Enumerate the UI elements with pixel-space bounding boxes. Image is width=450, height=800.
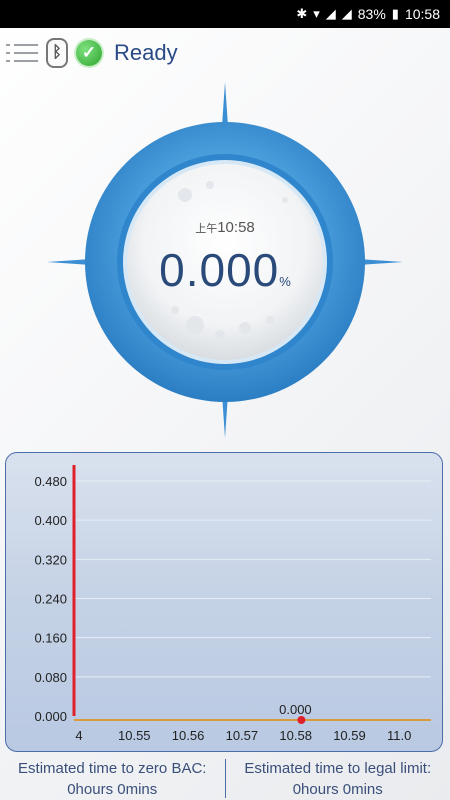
y-tick-label: 0.160	[34, 631, 67, 646]
connection-status: Ready	[114, 40, 178, 65]
top-bar: ᛒ ✓ Ready	[0, 28, 450, 78]
zero-bac-value: 0hours 0mins	[67, 781, 158, 798]
y-tick-label: 0.240	[34, 592, 67, 607]
y-tick-label: 0.000	[34, 709, 67, 724]
battery-icon: ▮	[391, 6, 399, 21]
wifi-icon: ▾	[313, 6, 320, 21]
bac-reading: 0.000%	[45, 243, 405, 297]
y-tick-label: 0.400	[34, 513, 67, 528]
signal-icon-2: ◢	[341, 6, 352, 21]
bac-value: 0.000	[159, 244, 280, 296]
data-label: 0.000	[279, 702, 312, 717]
legal-limit-label: Estimated time to legal limit:	[244, 760, 432, 777]
legal-limit-estimate: Estimated time to legal limit: 0hours 0m…	[226, 755, 450, 800]
time-value: 10:58	[217, 219, 255, 236]
chart-svg: 0.000 0.080 0.160 0.240 0.320 0.400 0.480 4 10.5…	[34, 465, 431, 743]
bac-history-chart: 0.000 0.080 0.160 0.240 0.320 0.400 0.480 4 10.5…	[5, 452, 443, 752]
data-point	[297, 716, 306, 724]
zero-bac-estimate: Estimated time to zero BAC: 0hours 0mins	[0, 755, 225, 800]
x-tick-label: 10.58	[279, 728, 312, 743]
menu-icon[interactable]	[4, 38, 38, 68]
time-period: 上午	[195, 223, 218, 235]
clock: 10:58	[404, 6, 440, 22]
x-tick-label: 10.56	[172, 728, 205, 743]
battery-percent: 83%	[357, 6, 386, 22]
status-bar: ✱ ▾ ◢ ◢ 83% ▮ 10:58	[0, 0, 450, 28]
x-tick-label: 10.55	[118, 728, 151, 743]
y-tick-label: 0.480	[34, 474, 67, 489]
bac-unit: %	[279, 274, 291, 289]
y-tick-label: 0.320	[34, 552, 67, 567]
estimates-footer: Estimated time to zero BAC: 0hours 0mins…	[0, 755, 450, 800]
zero-bac-label: Estimated time to zero BAC:	[18, 760, 207, 777]
legal-limit-value: 0hours 0mins	[292, 781, 383, 798]
y-tick-label: 0.080	[34, 670, 67, 685]
x-tick-label: 4	[75, 728, 82, 743]
x-tick-label: 10.59	[333, 728, 366, 743]
x-tick-label: 10.57	[226, 728, 259, 743]
bluetooth-status-icon: ✱	[296, 6, 308, 21]
x-tick-label: 11.0	[387, 728, 411, 743]
bac-gauge: 上午10:58 0.000%	[45, 80, 405, 440]
check-icon: ✓	[76, 40, 102, 66]
bluetooth-icon[interactable]: ᛒ	[46, 38, 68, 68]
signal-icon: ◢	[325, 6, 336, 21]
measure-time: 上午10:58	[45, 219, 405, 236]
